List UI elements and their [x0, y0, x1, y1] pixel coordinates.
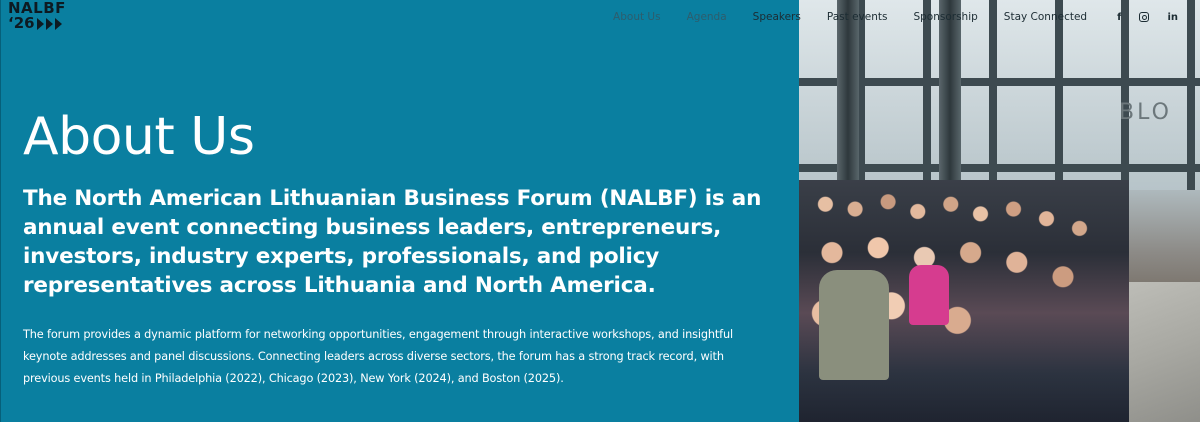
- social-links: f in: [1117, 12, 1178, 23]
- nav-past-events[interactable]: Past events: [827, 11, 888, 23]
- body-paragraph: The forum provides a dynamic platform fo…: [23, 328, 733, 385]
- instagram-icon[interactable]: [1139, 12, 1150, 22]
- conference-photo: BLO: [799, 0, 1200, 422]
- facebook-icon[interactable]: f: [1117, 12, 1121, 23]
- chevron-right-icon: [54, 17, 62, 30]
- photo-attendee: [819, 270, 889, 380]
- nav-about-us[interactable]: About Us: [613, 11, 661, 23]
- nav-speakers[interactable]: Speakers: [753, 11, 801, 23]
- chevron-right-icon: [36, 17, 44, 30]
- lead-paragraph: The North American Lithuanian Business F…: [23, 186, 762, 298]
- linkedin-icon[interactable]: in: [1167, 12, 1178, 23]
- photo-attendee: [909, 265, 949, 325]
- photo-sign-text: BLO: [1119, 100, 1172, 125]
- nav-agenda[interactable]: Agenda: [687, 11, 727, 23]
- photo-windows: [799, 0, 1200, 190]
- main-nav: About Us Agenda Speakers Past events Spo…: [613, 11, 1178, 23]
- site-logo[interactable]: NALBF ‘26: [8, 1, 66, 31]
- chevron-right-icon: [45, 17, 53, 30]
- page-title: About Us: [23, 107, 255, 167]
- nav-stay-connected[interactable]: Stay Connected: [1004, 11, 1087, 23]
- nav-sponsorship[interactable]: Sponsorship: [913, 11, 977, 23]
- logo-year: ‘26: [8, 14, 35, 32]
